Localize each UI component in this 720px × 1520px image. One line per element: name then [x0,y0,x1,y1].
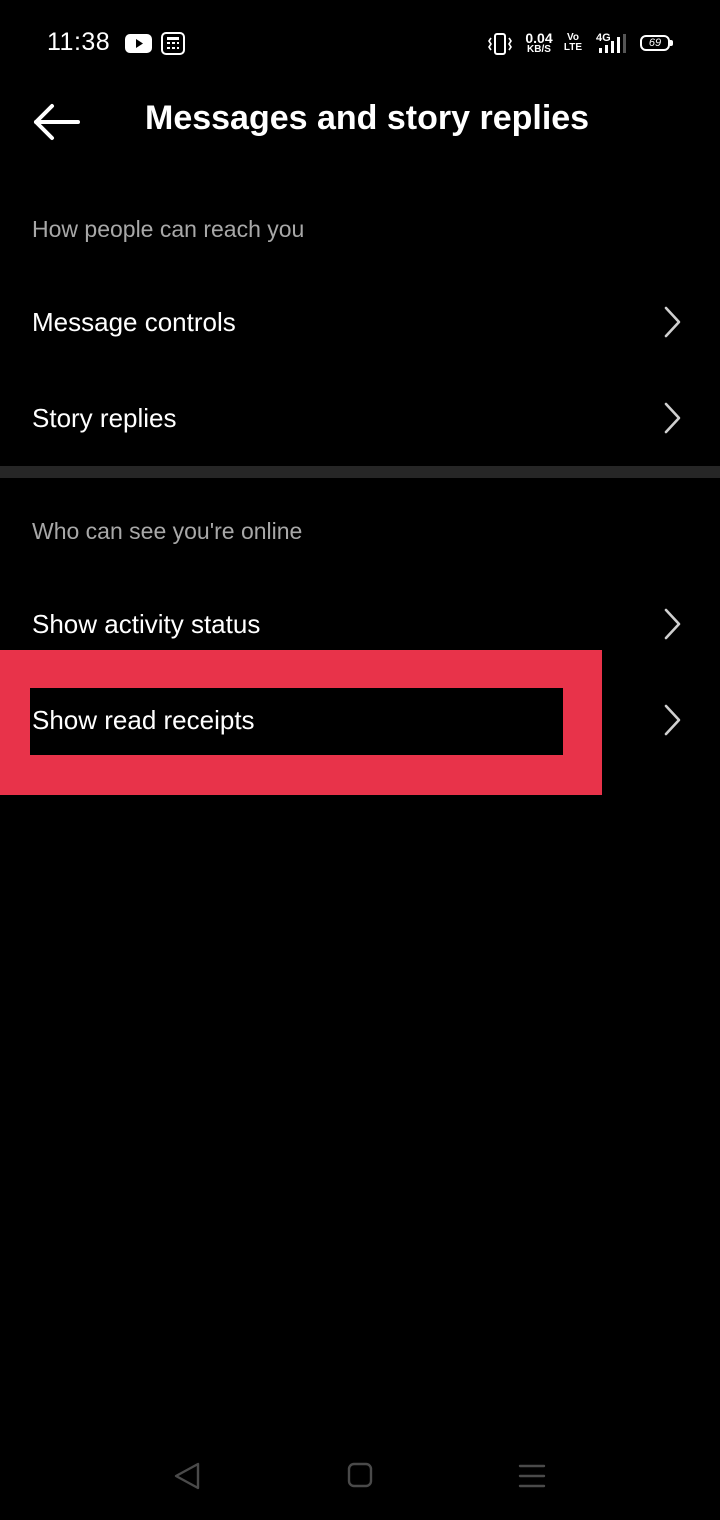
network-speed-unit: KB/S [527,44,551,55]
youtube-icon [125,34,152,53]
message-controls-row[interactable]: Message controls [0,274,720,370]
show-read-receipts-label: Show read receipts [32,705,255,735]
back-button[interactable] [28,98,84,146]
status-bar: 11:38 0.04 KB/S Vo LTE 4G 69 [0,0,720,88]
arrow-left-icon [34,104,80,140]
back-triangle-icon [174,1462,200,1490]
chevron-right-icon [664,306,681,338]
calculator-icon [161,32,185,55]
story-replies-label: Story replies [32,403,177,433]
section-header-reach: How people can reach you [32,216,305,242]
volte-bottom: LTE [563,42,583,53]
section-divider [0,466,720,478]
signal-icon [599,34,626,53]
battery-level: 69 [648,37,662,49]
chevron-right-icon [664,402,681,434]
nav-home-button[interactable] [340,1458,380,1494]
chevron-right-icon [664,704,681,736]
nav-menu-button[interactable] [512,1458,552,1494]
network-speed: 0.04 KB/S [522,31,556,55]
network-speed-value: 0.04 [525,30,553,46]
volte-indicator: Vo LTE [563,33,583,53]
vibrate-icon [488,33,512,55]
chevron-right-icon [664,608,681,640]
status-time: 11:38 [47,28,111,56]
home-square-icon [347,1462,373,1488]
section-header-online: Who can see you're online [32,518,303,544]
battery-icon: 69 [640,35,673,51]
nav-back-button[interactable] [168,1458,208,1494]
story-replies-row[interactable]: Story replies [0,370,720,466]
message-controls-label: Message controls [32,307,236,337]
menu-lines-icon [518,1464,546,1488]
page-title: Messages and story replies [145,99,590,137]
show-read-receipts-row[interactable]: Show read receipts [0,672,720,768]
